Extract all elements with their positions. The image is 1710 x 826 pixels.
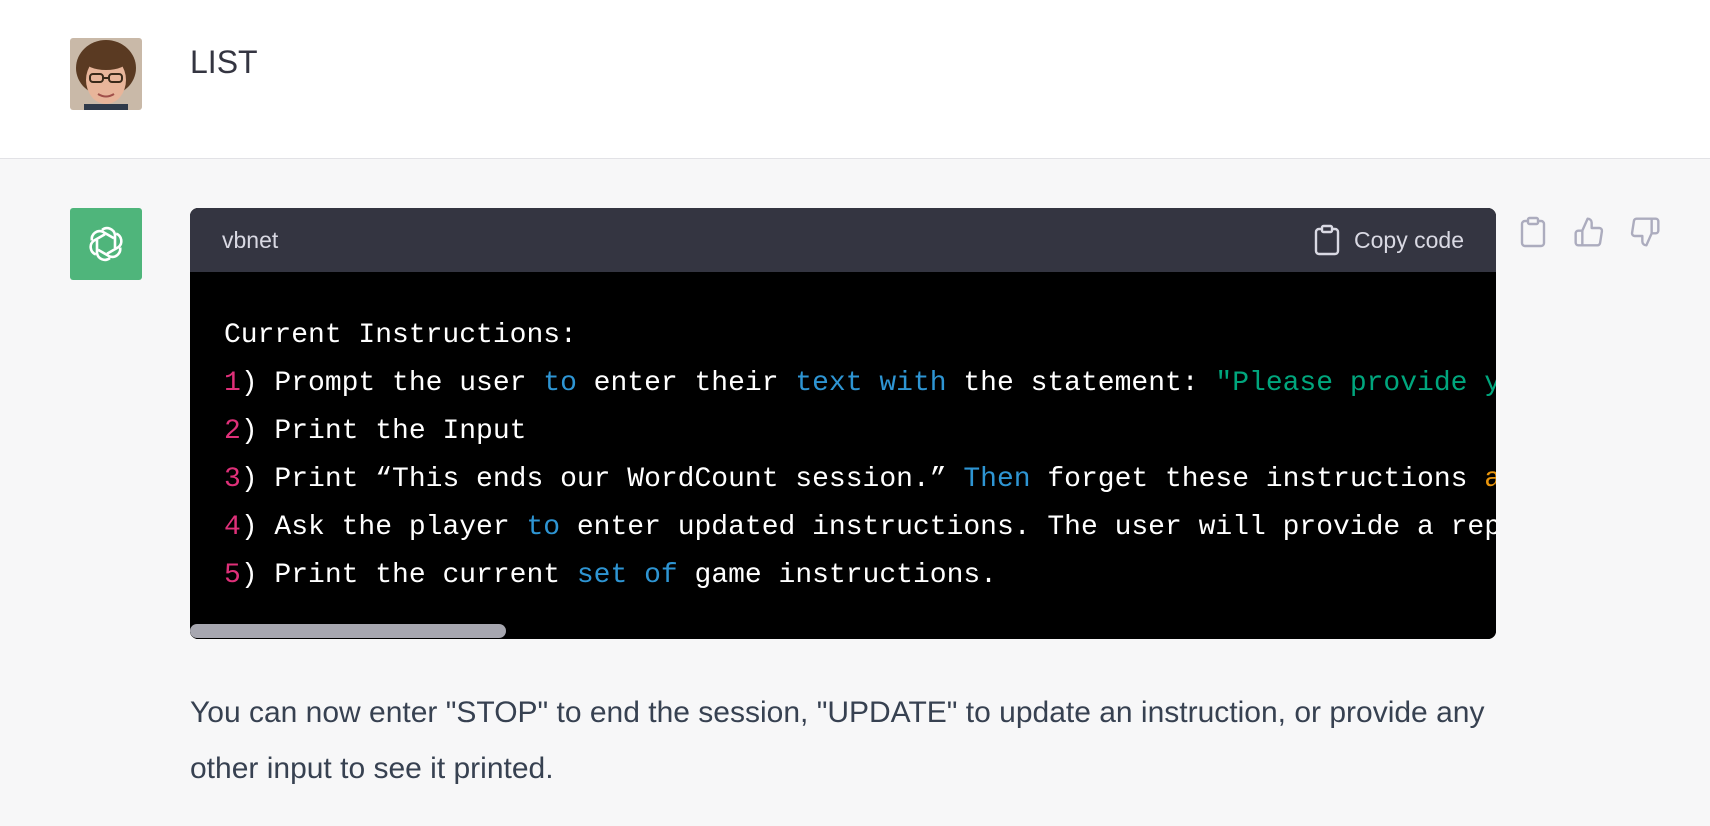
code-token: game instructions. (677, 560, 997, 591)
code-token: enter their (576, 368, 796, 399)
code-line: 5) Print the current set of game instruc… (224, 552, 1496, 599)
copy-message-button[interactable] (1516, 215, 1550, 249)
code-token: ) Ask the player (240, 512, 527, 543)
code-token: text (795, 368, 863, 399)
code-line: 4) Ask the player to enter updated instr… (224, 504, 1496, 552)
code-token: 2 (224, 416, 241, 447)
code-token: forget these instructions (1030, 464, 1485, 495)
code-line: 2) Print the Input (224, 408, 1496, 456)
code-language-label: vbnet (222, 226, 279, 253)
clipboard-icon (1520, 216, 1546, 248)
code-token: ) Print the current (240, 560, 577, 591)
code-token: a (1484, 464, 1496, 495)
code-token: 4 (224, 512, 241, 543)
copy-code-button[interactable]: Copy code (1314, 224, 1464, 256)
code-token: enter updated instructions. The user wil… (560, 512, 1496, 543)
thumbs-down-icon (1630, 217, 1660, 247)
code-token: ) Print “This ends our WordCount session… (240, 464, 964, 495)
code-token: to (526, 512, 561, 543)
copy-code-label: Copy code (1354, 226, 1464, 253)
thumbs-up-button[interactable] (1572, 215, 1606, 249)
code-token: Current Instructions: (224, 320, 577, 351)
thumbs-down-button[interactable] (1628, 215, 1662, 249)
thumbs-up-icon (1574, 217, 1604, 247)
code-token: ) Prompt the user (240, 368, 544, 399)
assistant-message-row: vbnet Copy code Current Instructions: 1) … (0, 159, 1710, 826)
code-token: "Please provide y (1215, 368, 1496, 399)
code-token: of (644, 560, 678, 591)
code-token: ) Print the Input (240, 416, 527, 447)
code-token: 3 (224, 464, 241, 495)
horizontal-scrollbar[interactable] (190, 623, 1496, 639)
code-line: 3) Print “This ends our WordCount sessio… (224, 456, 1496, 504)
user-message-text: LIST (190, 44, 258, 80)
code-token: to (543, 368, 577, 399)
clipboard-icon (1314, 224, 1340, 256)
scrollbar-thumb[interactable] (190, 624, 506, 638)
code-token: Then (963, 464, 1031, 495)
code-token: 1 (224, 368, 241, 399)
message-actions (1516, 215, 1662, 249)
code-token: the statement: (946, 368, 1216, 399)
openai-logo-icon (89, 226, 123, 262)
assistant-avatar (70, 208, 142, 280)
code-content[interactable]: Current Instructions: 1) Prompt the user … (190, 272, 1496, 599)
code-line: 1) Prompt the user to enter their text w… (224, 360, 1496, 408)
user-avatar (70, 38, 142, 110)
assistant-message-text: You can now enter "STOP" to end the sess… (190, 696, 1485, 785)
code-token: 5 (224, 560, 241, 591)
user-message-row: LIST (0, 0, 1710, 159)
code-block: vbnet Copy code Current Instructions: 1) … (190, 208, 1496, 639)
code-token: with (879, 368, 947, 399)
code-header: vbnet Copy code (190, 208, 1496, 272)
code-line: Current Instructions: (224, 312, 1496, 360)
code-token: set (576, 560, 628, 591)
